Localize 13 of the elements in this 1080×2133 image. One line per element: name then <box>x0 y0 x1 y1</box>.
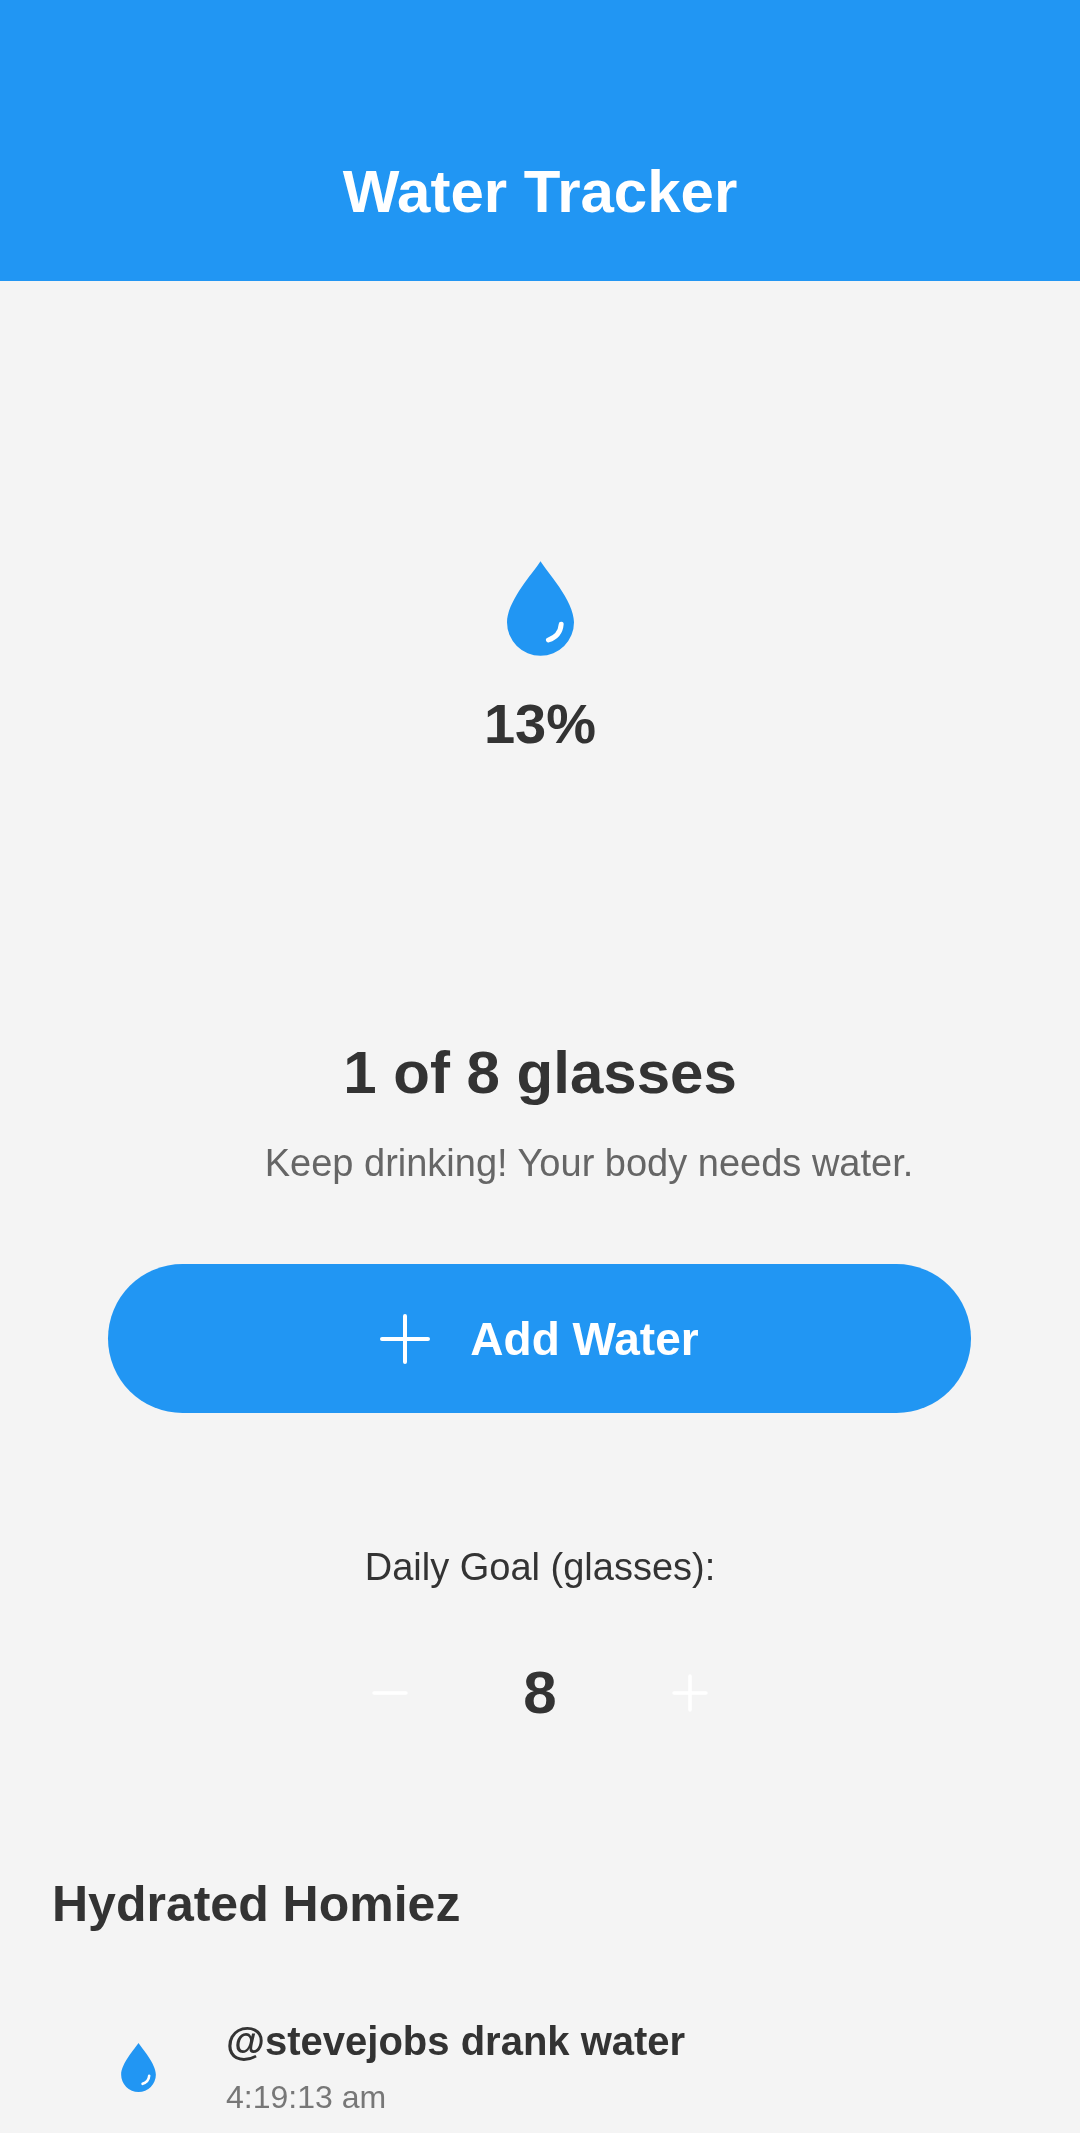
add-water-button[interactable]: Add Water <box>108 1264 971 1413</box>
progress-percent: 13% <box>483 696 597 752</box>
feed-heading: Hydrated Homiez <box>52 1879 461 1929</box>
plus-icon <box>380 1313 431 1364</box>
encouragement-message: Keep drinking! Your body needs water. <box>264 1144 914 1182</box>
water-drop-icon <box>121 2042 156 2092</box>
feed-item-time: 4:19:13 am <box>226 2081 387 2113</box>
water-drop-icon <box>506 561 574 656</box>
feed-item-text: @stevejobs drank water <box>226 2021 686 2061</box>
daily-goal-label: Daily Goal (glasses): <box>364 1548 716 1586</box>
goal-value: 8 <box>523 1663 557 1723</box>
app-title: Water Tracker <box>342 162 738 222</box>
glasses-count: 1 of 8 glasses <box>343 1043 737 1103</box>
